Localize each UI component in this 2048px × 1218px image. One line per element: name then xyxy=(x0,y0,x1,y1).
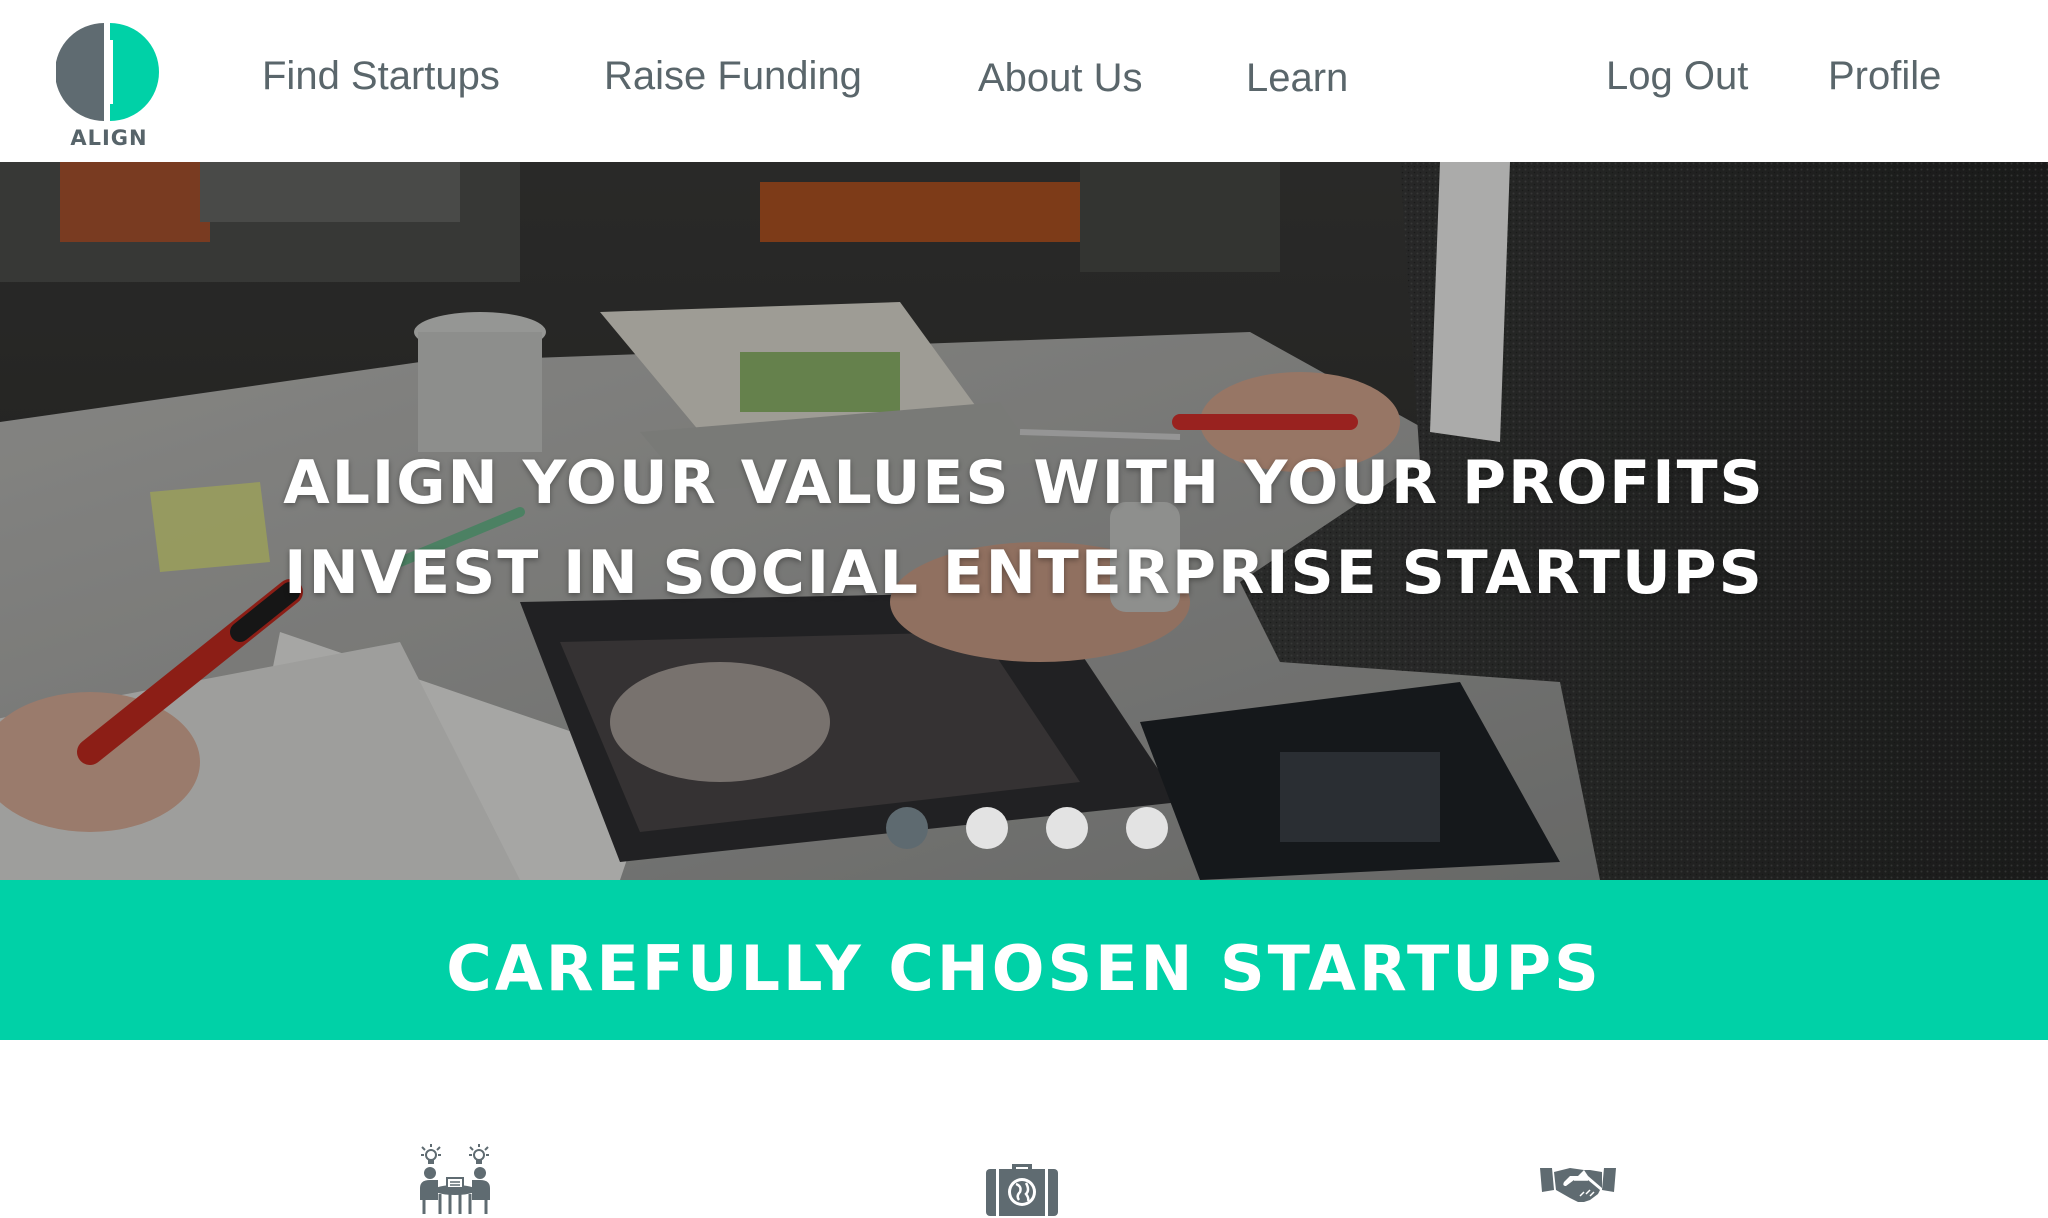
hero-headline-line-2: INVEST IN SOCIAL ENTERPRISE STARTUPS xyxy=(284,538,1764,608)
logo-wordmark: ALIGN xyxy=(70,126,148,150)
briefcase-globe-icon xyxy=(986,1164,1058,1216)
section-title: CAREFULLY CHOSEN STARTUPS xyxy=(446,932,1602,1005)
carousel-dot-1[interactable] xyxy=(886,807,928,849)
handshake-icon xyxy=(1540,1168,1616,1202)
nav-profile[interactable]: Profile xyxy=(1828,56,1941,96)
carousel-dot-2[interactable] xyxy=(966,807,1008,849)
nav-learn[interactable]: Learn xyxy=(1246,58,1348,98)
nav-log-out[interactable]: Log Out xyxy=(1606,56,1748,96)
section-banner: CAREFULLY CHOSEN STARTUPS xyxy=(0,880,2048,1040)
carousel-dot-4[interactable] xyxy=(1126,807,1168,849)
nav-about-us[interactable]: About Us xyxy=(978,58,1143,98)
hero-headline-line-1: ALIGN YOUR VALUES WITH YOUR PROFITS xyxy=(283,448,1765,518)
hero-overlay xyxy=(0,162,2048,880)
align-logo-mark-icon xyxy=(56,23,159,121)
hero-carousel: ALIGN YOUR VALUES WITH YOUR PROFITS INVE… xyxy=(0,162,2048,880)
features-section xyxy=(0,1040,2048,1218)
carousel-dot-3[interactable] xyxy=(1046,807,1088,849)
carousel-indicators xyxy=(886,807,1168,851)
top-navigation-bar: ALIGN Find Startups Raise Funding About … xyxy=(0,0,2048,162)
nav-find-startups[interactable]: Find Startups xyxy=(262,56,500,96)
team-meeting-icon xyxy=(420,1144,490,1214)
nav-raise-funding[interactable]: Raise Funding xyxy=(604,56,862,96)
align-logo[interactable]: ALIGN xyxy=(54,20,164,152)
